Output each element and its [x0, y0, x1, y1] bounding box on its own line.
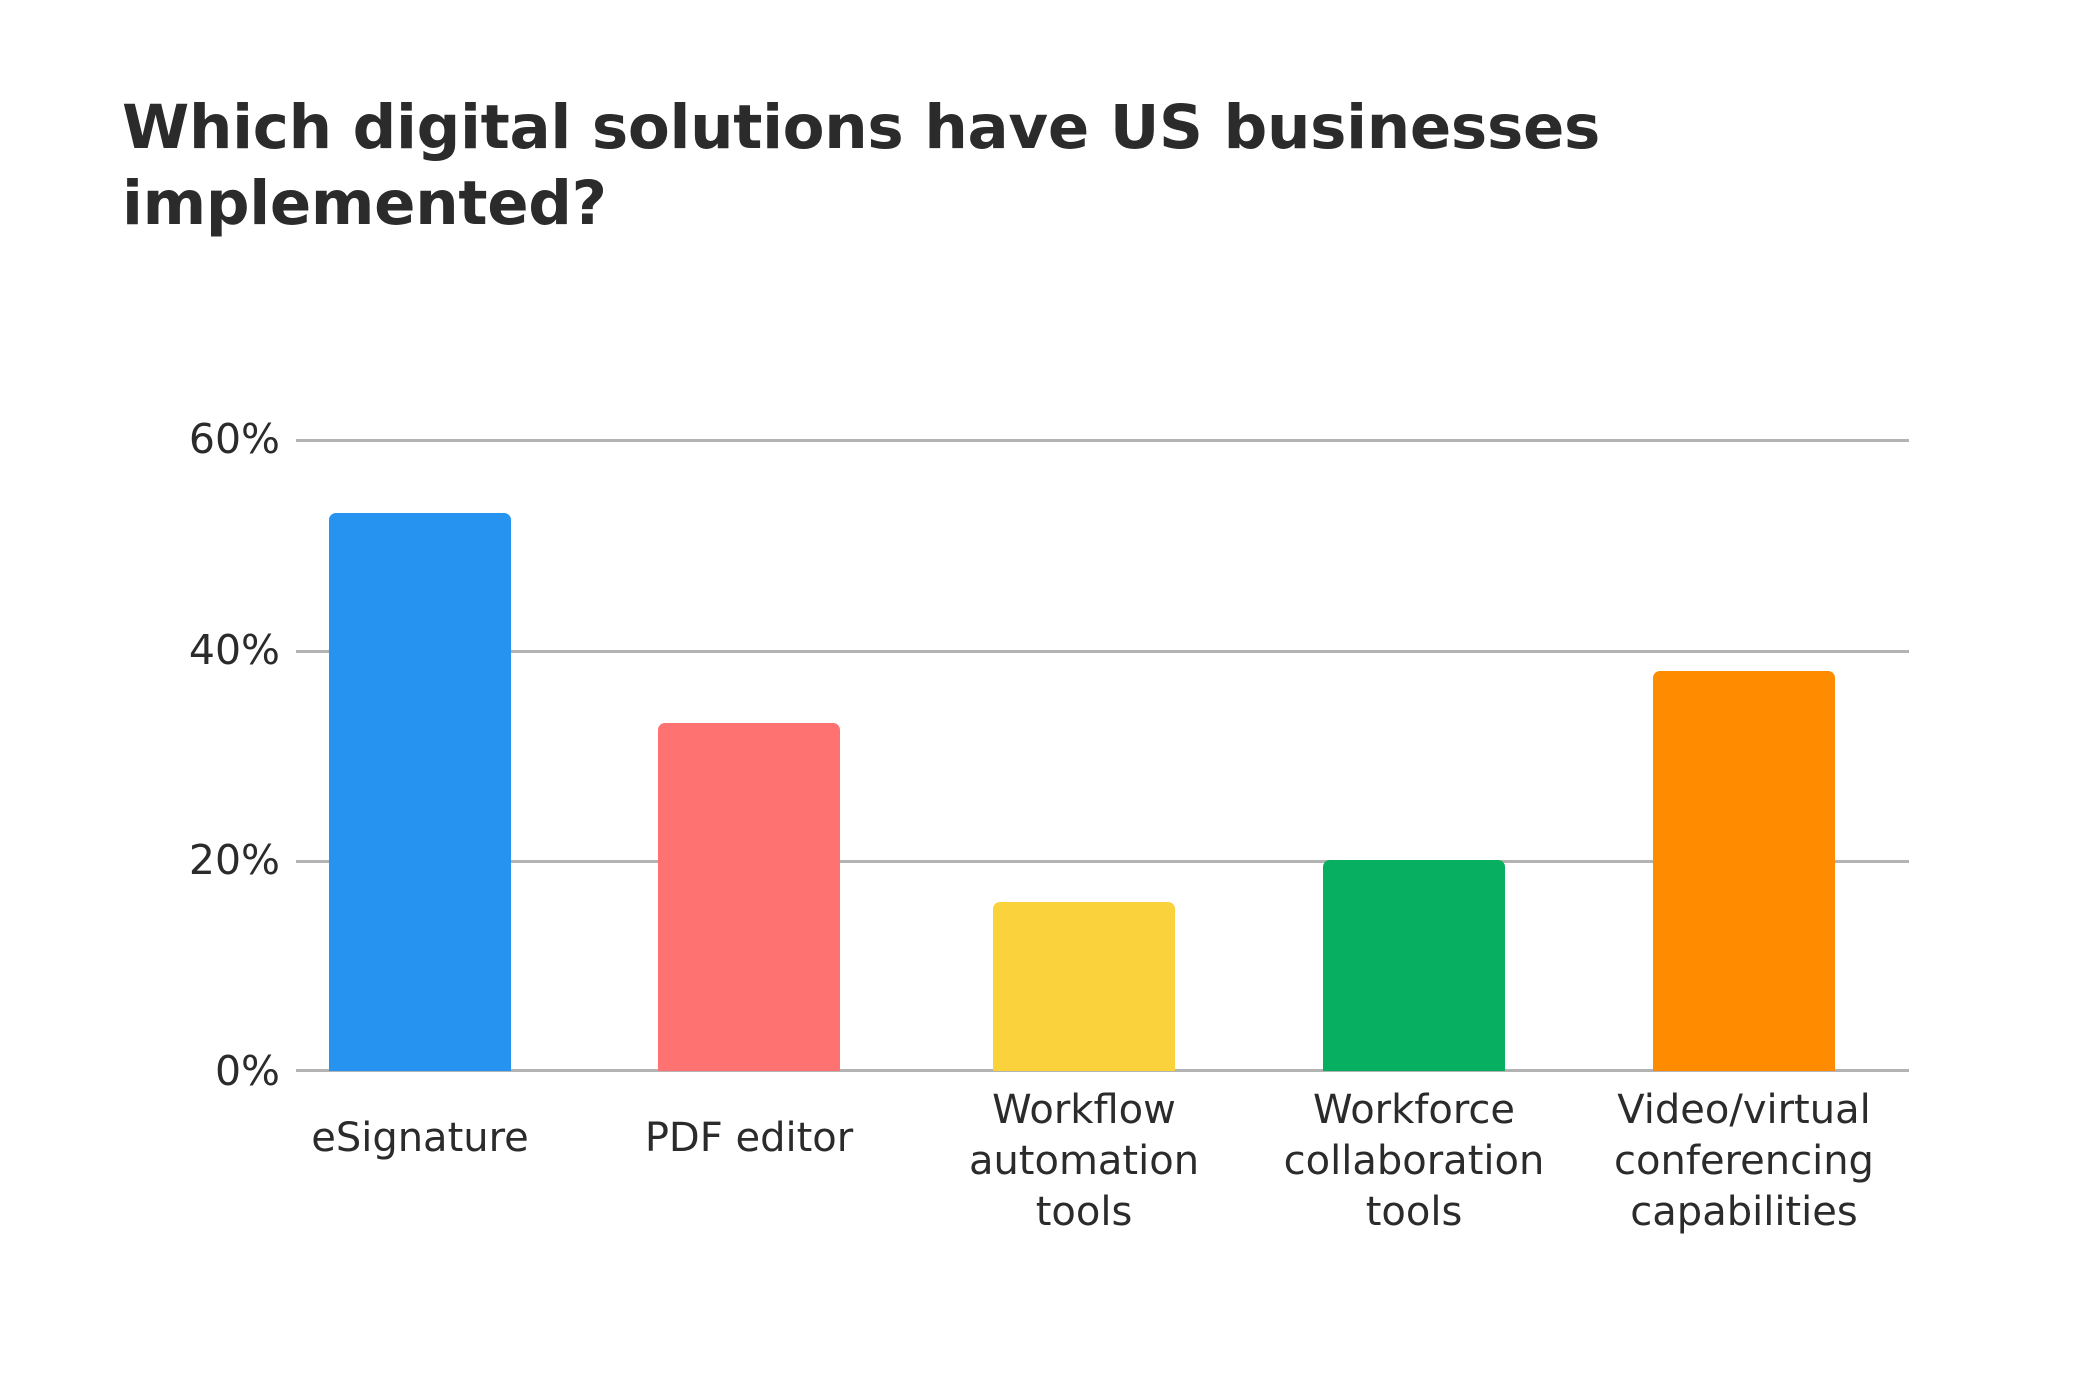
x-label-video-conferencing: Video/virtual conferencing capabilities [1584, 1085, 1904, 1239]
x-label-line: automation [968, 1138, 1200, 1185]
x-label-line: PDF editor [644, 1115, 854, 1161]
y-tick-label-40: 40% [188, 625, 280, 674]
bar-workflow-automation[interactable] [993, 902, 1175, 1071]
y-axis-labels: 60% 40% 20% 0% [110, 415, 280, 1095]
x-axis-labels: eSignature PDF editor Workflow automation… [296, 1085, 1909, 1345]
page-title: Which digital solutions have US business… [122, 92, 1601, 239]
y-tick-label-0: 0% [214, 1047, 280, 1095]
x-label-line: tools [1035, 1189, 1133, 1236]
x-label-line: Workforce [1312, 1087, 1515, 1133]
x-label-pdf-editor: PDF editor [589, 1113, 909, 1164]
chart-page: Which digital solutions have US business… [0, 0, 2088, 1395]
x-label-workflow-automation: Workflow automation tools [924, 1085, 1244, 1239]
x-label-line: Video/virtual [1617, 1087, 1871, 1133]
x-label-line: tools [1365, 1189, 1463, 1236]
x-label-esignature: eSignature [260, 1113, 580, 1164]
bar-pdf-editor[interactable] [658, 723, 840, 1071]
x-label-line: conferencing [1614, 1138, 1874, 1185]
bar-esignature[interactable] [329, 512, 511, 1071]
bar-workforce-collaboration[interactable] [1323, 860, 1505, 1071]
bar-video-conferencing[interactable] [1653, 670, 1835, 1071]
bars-layer [296, 439, 1909, 1071]
x-label-workforce-collaboration: Workforce collaboration tools [1254, 1085, 1574, 1239]
y-tick-label-20: 20% [188, 836, 280, 885]
x-label-line: eSignature [311, 1115, 529, 1161]
x-label-line: Workflow [992, 1087, 1176, 1133]
x-label-line: capabilities [1630, 1189, 1858, 1236]
y-tick-label-60: 60% [188, 415, 280, 463]
x-label-line: collaboration [1283, 1138, 1545, 1185]
